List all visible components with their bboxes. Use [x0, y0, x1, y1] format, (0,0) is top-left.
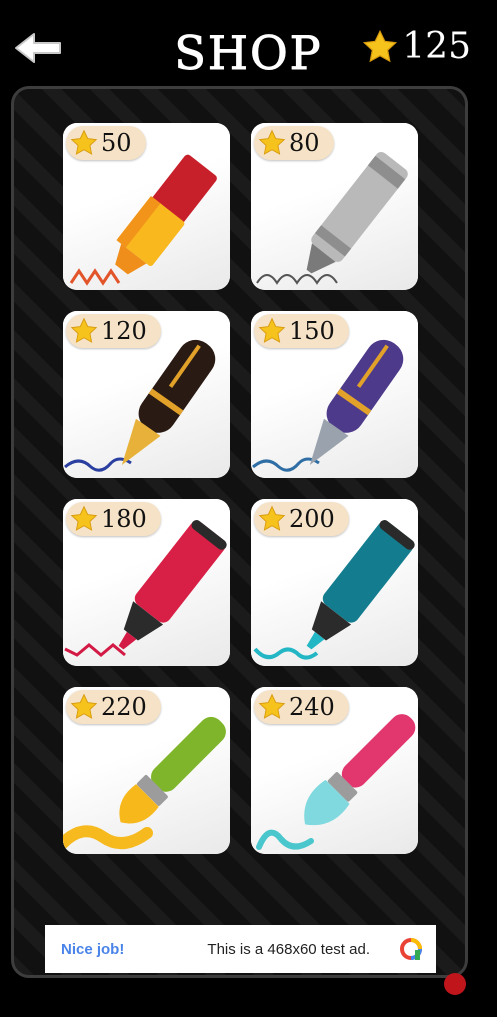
price-value: 200: [289, 505, 335, 533]
ad-logo-icon: [400, 938, 422, 960]
price-value: 240: [289, 693, 335, 721]
ad-banner[interactable]: Nice job! This is a 468x60 test ad.: [45, 925, 436, 973]
price-value: 220: [101, 693, 147, 721]
star-icon: [70, 693, 98, 719]
price-value: 80: [289, 129, 320, 157]
record-indicator: [444, 973, 466, 995]
star-icon: [70, 317, 98, 343]
price-value: 50: [101, 129, 132, 157]
price-value: 150: [289, 317, 335, 345]
star-icon: [258, 693, 286, 719]
shop-item-brush-green[interactable]: 220: [63, 687, 230, 854]
price-badge: 120: [66, 314, 161, 348]
shop-item-marker-red[interactable]: 180: [63, 499, 230, 666]
price-badge: 150: [254, 314, 349, 348]
price-badge: 50: [66, 126, 146, 160]
shop-item-marker-teal[interactable]: 200: [251, 499, 418, 666]
price-badge: 200: [254, 502, 349, 536]
price-badge: 180: [66, 502, 161, 536]
star-icon: [70, 505, 98, 531]
balance-value: 125: [402, 26, 471, 67]
price-badge: 220: [66, 690, 161, 724]
price-value: 180: [101, 505, 147, 533]
star-icon: [363, 29, 398, 62]
ad-text: This is a 468x60 test ad.: [207, 940, 370, 958]
shop-item-brush-pink[interactable]: 240: [251, 687, 418, 854]
shop-item-fountain-pen-purple[interactable]: 150: [251, 311, 418, 478]
star-icon: [70, 129, 98, 155]
shop-item-fountain-pen-black[interactable]: 120: [63, 311, 230, 478]
star-icon: [258, 317, 286, 343]
price-badge: 80: [254, 126, 334, 160]
shop-item-highlighter-yellow[interactable]: 50: [63, 123, 230, 290]
star-icon: [258, 129, 286, 155]
price-badge: 240: [254, 690, 349, 724]
coin-balance: 125: [362, 26, 471, 67]
star-icon: [258, 505, 286, 531]
ad-headline: Nice job!: [61, 940, 125, 958]
shop-item-crayon-gray[interactable]: 80: [251, 123, 418, 290]
price-value: 120: [101, 317, 147, 345]
